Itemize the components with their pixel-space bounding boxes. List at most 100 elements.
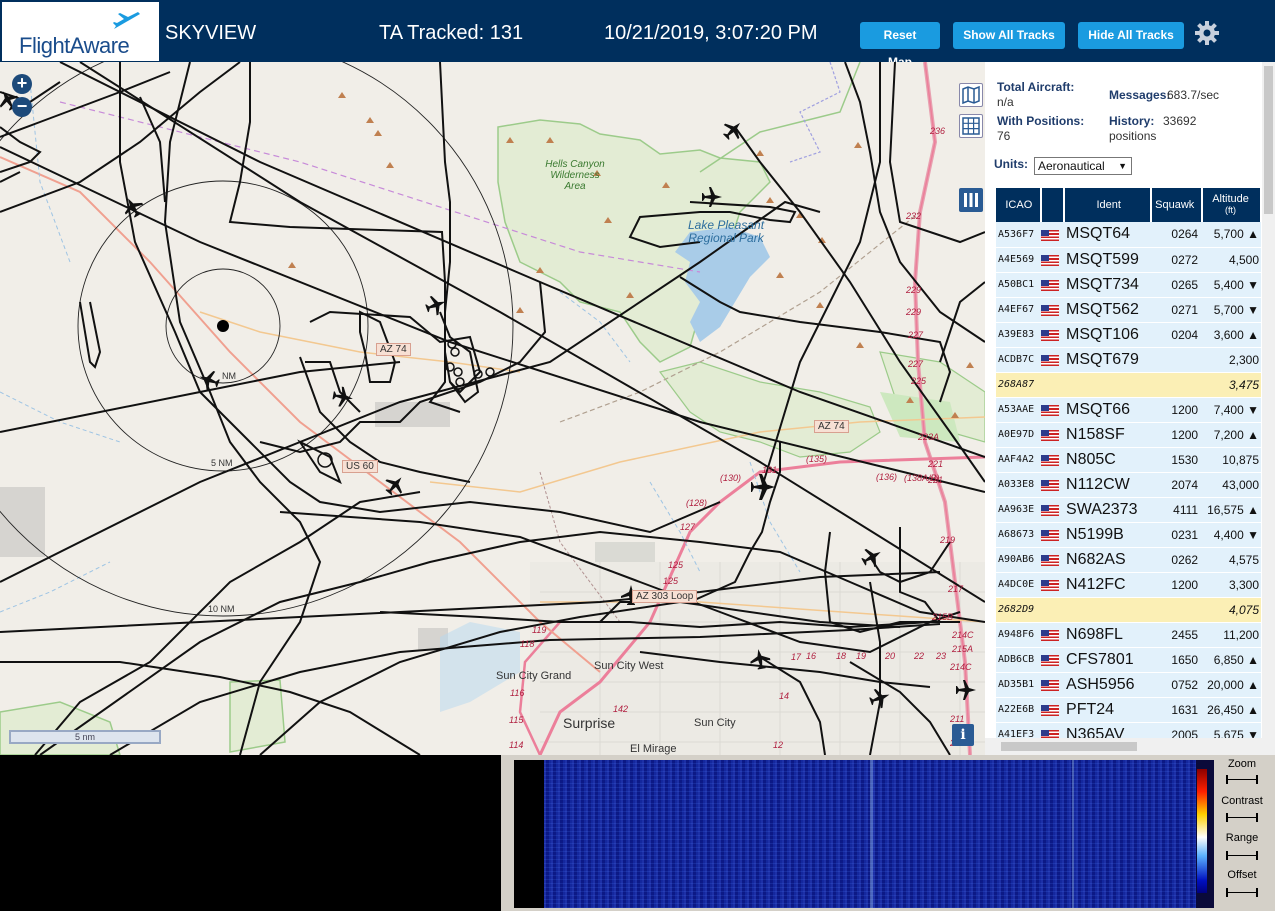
exit-number: 16 (806, 651, 817, 661)
aircraft-flag (1040, 572, 1065, 598)
table-row[interactable]: A50BC1 MSQT734 0265 5,400 ▼ (996, 272, 1261, 298)
table-row[interactable]: AAF4A2 N805C 1530 10,875 (996, 447, 1261, 473)
exit-number: 217 (948, 584, 964, 594)
exit-number: 131 (762, 465, 778, 475)
label-el-mirage: El Mirage (630, 743, 677, 755)
aircraft-altitude: 7,200 ▲ (1202, 422, 1261, 448)
table-row[interactable]: 268A87 3,475 (996, 372, 1261, 398)
table-row[interactable]: AD35B1 ASH5956 0752 20,000 ▲ (996, 672, 1261, 698)
zoom-out-button[interactable]: − (12, 97, 32, 117)
aircraft-altitude: 3,475 (1202, 372, 1261, 398)
scroll-thumb[interactable] (1264, 66, 1273, 214)
exit-number: 116 (510, 688, 525, 698)
aircraft-ident: ASH5956 (1064, 672, 1152, 698)
info-icon[interactable]: i (952, 724, 974, 746)
table-row[interactable]: A033E8 N112CW 2074 43,000 (996, 472, 1261, 498)
exit-number: 118 (520, 639, 535, 649)
label-surprise: Surprise (563, 715, 616, 731)
gear-icon[interactable] (1194, 20, 1220, 46)
col-squawk[interactable]: Squawk (1151, 188, 1204, 222)
table-row[interactable]: AA963E SWA2373 4111 16,575 ▲ (996, 497, 1261, 523)
scroll-thumb[interactable] (1001, 742, 1137, 751)
table-row[interactable]: A4DC0E N412FC 1200 3,300 (996, 572, 1261, 598)
table-row[interactable]: A0E97D N158SF 1200 7,200 ▲ (996, 422, 1261, 448)
label-sun-city-west: Sun City West (594, 660, 664, 672)
us-flag-icon (1040, 529, 1059, 541)
exit-number: 215B (932, 612, 954, 622)
shield-az303: AZ 303 Loop (632, 590, 698, 603)
aircraft-flag (1040, 272, 1065, 298)
logo-text: FlightAware (19, 33, 130, 58)
offset-label: Offset (1227, 869, 1257, 881)
exit-number: 14 (779, 691, 790, 701)
us-flag-icon (1040, 479, 1059, 491)
aircraft-squawk: 2455 (1151, 622, 1203, 648)
us-flag-icon (1040, 654, 1059, 666)
aircraft-squawk: 0262 (1151, 547, 1203, 573)
units-select[interactable]: Aeronautical ▼ (1034, 157, 1132, 175)
table-row[interactable]: ADB6CB CFS7801 1650 6,850 ▲ (996, 647, 1261, 673)
us-flag-icon (1040, 454, 1059, 466)
show-all-tracks-button[interactable]: Show All Tracks (953, 22, 1065, 49)
range-slider[interactable] (1226, 851, 1258, 860)
map-layers-icon[interactable] (959, 83, 983, 107)
table-row[interactable]: 2682D9 4,075 (996, 597, 1261, 623)
aircraft-flag (1040, 647, 1065, 673)
reset-map-button[interactable]: Reset Map (860, 22, 940, 69)
aircraft-icao: A22E6B (996, 697, 1041, 723)
table-row[interactable]: A4E569 MSQT599 0272 4,500 (996, 247, 1261, 273)
flightaware-logo[interactable]: FlightAware (2, 2, 159, 61)
aircraft-altitude: 3,300 (1202, 572, 1261, 598)
columns-icon[interactable] (959, 188, 983, 212)
table-row[interactable]: A68673 N5199B 0231 4,400 ▼ (996, 522, 1261, 548)
aircraft-icao: 268A87 (996, 372, 1041, 398)
waterfall-display[interactable] (514, 760, 1214, 908)
map-view[interactable]: Hells Canyon Wilderness Area Lake Pleasa… (0, 62, 985, 755)
offset-slider[interactable] (1226, 888, 1258, 897)
sidebar-vertical-scrollbar[interactable] (1262, 62, 1275, 738)
aircraft-squawk: 1200 (1151, 422, 1203, 448)
aircraft-squawk: 0231 (1151, 522, 1203, 548)
table-row[interactable]: A53AAE MSQT66 1200 7,400 ▼ (996, 397, 1261, 423)
aircraft-squawk: 1650 (1151, 647, 1203, 673)
table-row[interactable]: A90AB6 N682AS 0262 4,575 (996, 547, 1261, 573)
aircraft-altitude: 4,400 ▼ (1202, 522, 1261, 548)
table-row[interactable]: A948F6 N698FL 2455 11,200 (996, 622, 1261, 648)
col-ident[interactable]: Ident (1064, 188, 1153, 222)
exit-number: 236 (930, 126, 946, 136)
zoom-slider[interactable] (1226, 775, 1258, 784)
table-row[interactable]: A536F7 MSQT64 0264 5,700 ▲ (996, 222, 1261, 248)
col-flag[interactable] (1040, 188, 1066, 222)
color-scale-bar (1197, 769, 1207, 893)
history-unit: positions (1109, 129, 1157, 143)
units-value: Aeronautical (1038, 159, 1105, 173)
exit-number: 127 (680, 522, 696, 532)
aircraft-squawk: 0272 (1151, 247, 1203, 273)
aircraft-ident: MSQT64 (1064, 222, 1152, 248)
zoom-in-button[interactable]: + (12, 74, 32, 94)
aircraft-altitude: 5,700 ▼ (1202, 297, 1261, 323)
aircraft-altitude: 5,400 ▼ (1202, 272, 1261, 298)
table-row[interactable]: ACDB7C MSQT679 2,300 (996, 347, 1261, 373)
hide-all-tracks-button[interactable]: Hide All Tracks (1078, 22, 1184, 49)
table-row[interactable]: A4EF67 MSQT562 0271 5,700 ▼ (996, 297, 1261, 323)
col-icao[interactable]: ICAO (996, 188, 1042, 222)
grid-icon[interactable] (959, 114, 983, 138)
us-flag-icon (1040, 679, 1059, 691)
sidebar-horizontal-scrollbar[interactable] (985, 738, 1275, 755)
header-bar: FlightAware SKYVIEW TA Tracked: 131 10/2… (0, 0, 1275, 69)
us-flag-icon (1040, 504, 1059, 516)
us-flag-icon (1040, 304, 1059, 316)
col-altitude-unit: (ft) (1225, 205, 1237, 215)
us-flag-icon (1040, 329, 1059, 341)
aircraft-squawk: 2074 (1151, 472, 1203, 498)
table-row[interactable]: A22E6B PFT24 1631 26,450 ▲ (996, 697, 1261, 723)
aircraft-squawk: 1200 (1151, 572, 1203, 598)
aircraft-icao: A033E8 (996, 472, 1041, 498)
contrast-slider[interactable] (1226, 813, 1258, 822)
table-row[interactable]: A39E83 MSQT106 0204 3,600 ▲ (996, 322, 1261, 348)
aircraft-rows: A536F7 MSQT64 0264 5,700 ▲ A4E569 MSQT599 0272… (996, 222, 1261, 748)
us-flag-icon (1040, 229, 1059, 241)
history-label: History: (1109, 114, 1155, 128)
col-altitude[interactable]: Altitude (ft) (1202, 188, 1262, 222)
